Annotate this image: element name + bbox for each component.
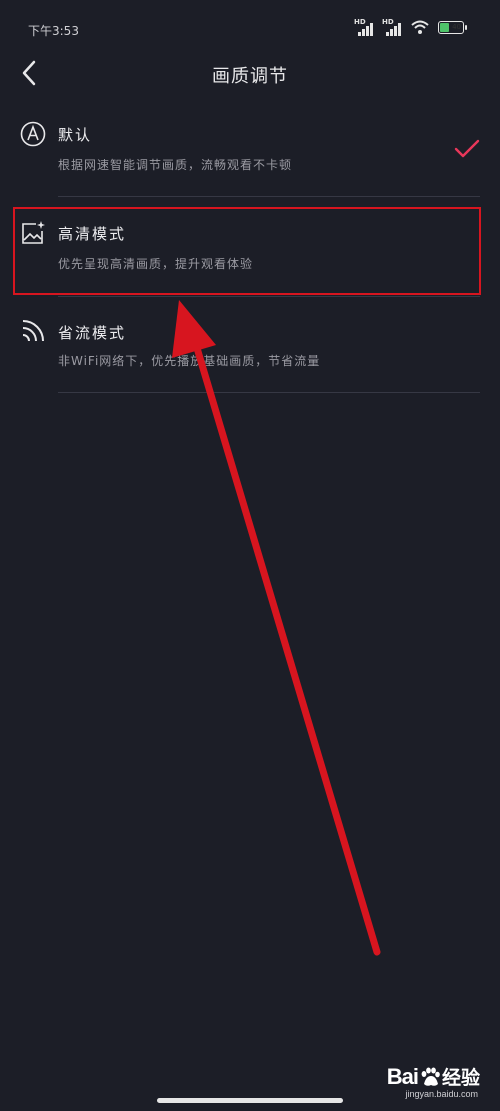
divider — [58, 392, 480, 393]
option-description: 优先呈现高清画质，提升观看体验 — [58, 257, 254, 271]
watermark-suffix: 经验 — [441, 1067, 480, 1089]
divider — [58, 296, 480, 297]
home-indicator[interactable] — [157, 1098, 343, 1103]
status-time: 下午3:53 — [28, 24, 79, 38]
option-title: 默认 — [58, 126, 93, 144]
signal-icon: HD — [382, 18, 402, 36]
status-icons: HD HD 40 — [354, 18, 467, 36]
letter-a-circle-icon — [20, 121, 46, 147]
signal-waves-icon — [22, 320, 44, 342]
option-title: 省流模式 — [58, 324, 127, 342]
watermark-url: jingyan.baidu.com — [405, 1089, 478, 1099]
option-description: 非WiFi网络下，优先播放基础画质，节省流量 — [58, 354, 321, 368]
watermark: Bai 经验 — [387, 1063, 480, 1090]
option-description: 根据网速智能调节画质，流畅观看不卡顿 — [58, 158, 293, 172]
watermark-logo: Bai — [386, 1063, 419, 1089]
wifi-icon — [411, 20, 429, 34]
paw-icon — [421, 1067, 440, 1086]
option-hd-mode[interactable]: 高清模式 优先呈现高清画质，提升观看体验 — [0, 208, 500, 296]
signal-icon: HD — [354, 18, 374, 36]
battery-level: 40 — [452, 22, 461, 31]
battery-icon: 40 — [438, 20, 467, 34]
image-sparkle-icon — [22, 221, 45, 244]
checkmark-icon — [454, 139, 480, 158]
status-bar: 下午3:53 HD HD 40 — [0, 0, 500, 56]
divider — [58, 196, 480, 197]
option-title: 高清模式 — [58, 225, 127, 243]
page-title: 画质调节 — [212, 66, 288, 87]
option-default[interactable]: 默认 根据网速智能调节画质，流畅观看不卡顿 — [0, 110, 500, 198]
header: 画质调节 — [0, 50, 500, 96]
option-data-saver-mode[interactable]: 省流模式 非WiFi网络下，优先播放基础画质，节省流量 — [0, 308, 500, 394]
